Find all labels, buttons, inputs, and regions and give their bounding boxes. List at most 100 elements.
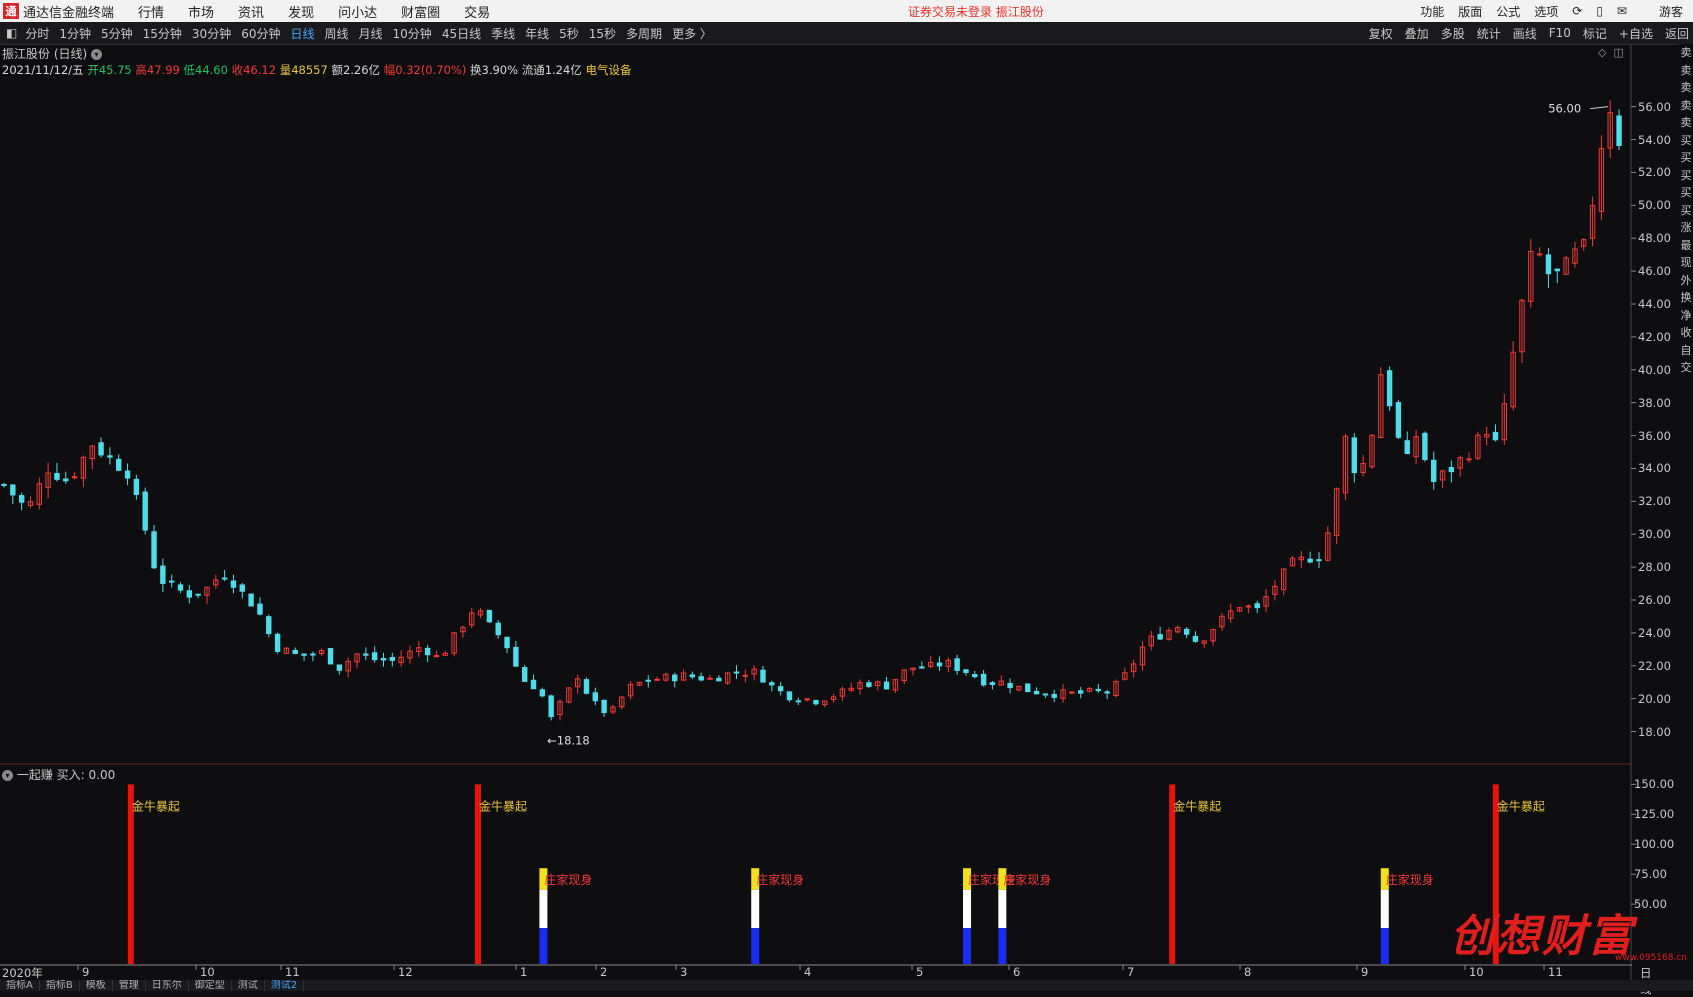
- candle-down: [1183, 628, 1190, 635]
- quote-panel-char: 买: [1680, 186, 1692, 199]
- banker-signal-label: 庄家现身: [756, 872, 804, 887]
- bull-signal-label: 金牛暴起: [1173, 798, 1221, 813]
- candle-down: [733, 671, 740, 674]
- bottom-tab[interactable]: 测试2: [265, 980, 305, 991]
- quote-panel-char: 卖: [1680, 63, 1692, 77]
- chart-canvas[interactable]: 56.00 ←18.18 金牛暴起 金牛暴起 金牛暴起 金牛暴起庄家现身 庄家现身 庄家现身 庄…: [0, 0, 1693, 991]
- candle-down: [672, 674, 678, 682]
- candle-down: [1104, 691, 1110, 694]
- candle-down: [1431, 459, 1437, 482]
- bottom-tab[interactable]: 管理: [113, 980, 146, 991]
- candle-down: [292, 649, 298, 655]
- candle-down: [424, 647, 431, 656]
- collapse-icon[interactable]: ▾: [2, 770, 13, 781]
- price-tick-label: 20.00: [1638, 691, 1671, 706]
- banker-bar-bottom: [539, 928, 548, 964]
- candle-down: [530, 679, 537, 690]
- price-tick-label: 22.00: [1638, 658, 1671, 673]
- candle-down: [168, 580, 175, 583]
- price-tick-label: 40.00: [1638, 362, 1671, 377]
- price-tick-label: 48.00: [1638, 231, 1671, 246]
- candle-down: [133, 478, 140, 495]
- bull-signal-label: 金牛暴起: [479, 798, 527, 813]
- banker-bar-mid: [751, 889, 760, 929]
- bottom-tab[interactable]: 指标B: [40, 980, 80, 991]
- bottom-tab[interactable]: 模板: [80, 980, 113, 991]
- candle-down: [866, 682, 872, 687]
- candle-down: [1404, 440, 1410, 454]
- price-tick-label: 18.00: [1638, 724, 1671, 739]
- candle-down: [486, 609, 493, 623]
- candle-down: [248, 593, 254, 607]
- candle-down: [592, 692, 599, 702]
- bottom-tab[interactable]: 测试: [232, 980, 265, 991]
- candle-down: [1554, 268, 1560, 272]
- candle-down: [954, 658, 960, 671]
- price-tick-label: 38.00: [1638, 395, 1671, 410]
- quote-panel-char: 卖: [1680, 81, 1692, 94]
- bottom-tab[interactable]: 指标A: [0, 980, 40, 991]
- candle-down: [769, 682, 775, 686]
- candle-down: [716, 677, 722, 682]
- stock-name: 振江股份 (日线): [2, 47, 88, 61]
- indicator-tick-label: 125.00: [1634, 807, 1675, 822]
- indicator-tick-label: 50.00: [1634, 897, 1667, 912]
- quote-panel-char: 外: [1680, 273, 1692, 287]
- candle-down: [310, 653, 316, 656]
- watermark-logo: 创想财富: [1450, 911, 1634, 962]
- high-arrow: [1590, 106, 1609, 110]
- indicator-axis: 50.00 75.00 100.00 125.00 150.00: [1632, 770, 1678, 970]
- quote-low: 低44.60: [183, 63, 228, 77]
- candle-down: [1033, 690, 1040, 695]
- quote-date: 2021/11/12/五: [2, 63, 84, 77]
- candle-down: [495, 622, 501, 636]
- quote-panel-char: 买: [1680, 168, 1692, 182]
- price-tick-label: 54.00: [1638, 132, 1671, 147]
- candle-down: [160, 565, 166, 584]
- candle-down: [936, 662, 943, 667]
- bottom-tab[interactable]: 日东尔: [146, 980, 189, 991]
- candle-down: [963, 669, 969, 674]
- candle-down: [698, 676, 704, 681]
- quote-sector[interactable]: 电气设备: [585, 63, 631, 77]
- time-tick-label: 3: [680, 965, 688, 979]
- candle-down: [1157, 634, 1163, 640]
- candle-up: [742, 674, 749, 677]
- candle-up: [654, 678, 660, 681]
- bottom-tabs: 指标A 指标B 模板 管理 日东尔 御定型 测试 测试2: [0, 980, 1693, 991]
- candle-down: [645, 679, 651, 682]
- candle-down: [1025, 683, 1031, 693]
- quote-open: 开45.75: [87, 63, 132, 77]
- candle-down: [1095, 688, 1102, 692]
- quote-change: 幅0.32(0.70%): [383, 63, 467, 77]
- banker-bar-bottom: [1380, 928, 1389, 964]
- candle-down: [786, 691, 793, 701]
- diamond-icon[interactable]: ◇: [1598, 46, 1606, 59]
- bottom-tab[interactable]: 御定型: [189, 980, 232, 991]
- candle-down: [539, 689, 546, 697]
- candle-down: [389, 656, 396, 661]
- candle-down: [274, 633, 281, 652]
- candle-down: [266, 616, 272, 634]
- candle-down: [1492, 431, 1499, 441]
- candle-down: [1, 483, 7, 486]
- candle-down: [54, 472, 60, 480]
- quote-panel-strip: 卖卖卖卖卖买买买买买涨最现外换净收自交: [1679, 44, 1693, 980]
- price-tick-label: 42.00: [1638, 329, 1671, 344]
- chart-header-icons: ◇ ◫: [1598, 46, 1624, 59]
- candle-up: [1536, 253, 1543, 256]
- price-tick-label: 52.00: [1638, 165, 1671, 180]
- candle-down: [1316, 559, 1322, 562]
- settings-square-icon[interactable]: ◫: [1613, 46, 1623, 59]
- time-tick-label: 11: [1548, 965, 1563, 979]
- candle-down: [301, 653, 307, 656]
- low-price-label: ←18.18: [547, 734, 590, 748]
- quote-panel-char: 涨: [1680, 221, 1692, 234]
- banker-signal-label: 庄家现身: [1386, 872, 1434, 887]
- high-price-label: 56.00: [1548, 102, 1581, 116]
- bull-signal-label: 金牛暴起: [1497, 798, 1545, 813]
- dropdown-icon[interactable]: ▾: [91, 49, 103, 60]
- candle-down: [522, 667, 528, 682]
- quote-line: 2021/11/12/五 开45.75 高47.99 低44.60 收46.12…: [2, 62, 631, 78]
- time-tick-label: 10: [200, 965, 215, 979]
